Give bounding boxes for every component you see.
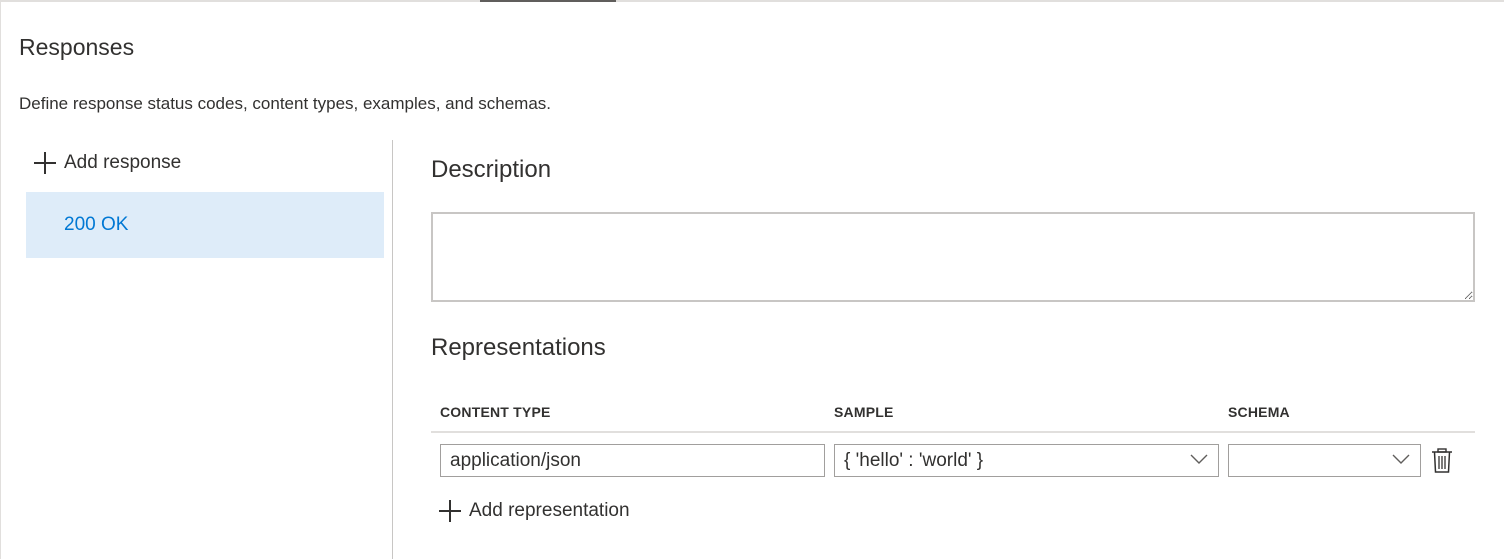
responses-page: Responses Define response status codes, …	[0, 0, 1504, 559]
table-header-rule	[431, 431, 1475, 433]
add-response-button[interactable]: Add response	[34, 152, 181, 174]
add-representation-button[interactable]: Add representation	[439, 500, 630, 522]
description-textarea[interactable]	[431, 212, 1475, 302]
response-item-label: 200 OK	[64, 214, 129, 235]
column-header-content-type: CONTENT TYPE	[440, 404, 551, 420]
column-header-schema: SCHEMA	[1228, 404, 1290, 420]
chevron-down-icon	[1392, 454, 1410, 464]
responses-list-pane: Add response 200 OK	[26, 140, 384, 559]
plus-icon	[439, 500, 461, 522]
section-description: Define response status codes, content ty…	[19, 94, 552, 113]
section-title: Responses	[19, 34, 135, 60]
schema-dropdown[interactable]	[1228, 444, 1421, 477]
trash-icon[interactable]	[1431, 448, 1453, 474]
content-type-input[interactable]: application/json	[440, 444, 825, 477]
top-tab-bar-rule	[1, 0, 1504, 2]
response-item-200-ok[interactable]: 200 OK	[26, 192, 384, 258]
add-representation-label: Add representation	[469, 500, 630, 521]
representations-title: Representations	[431, 334, 606, 361]
content-type-value: application/json	[450, 449, 581, 471]
sample-dropdown[interactable]: { 'hello' : 'world' }	[834, 444, 1219, 477]
active-tab-indicator	[480, 0, 616, 2]
chevron-down-icon	[1190, 454, 1208, 464]
description-title: Description	[431, 156, 552, 183]
pane-divider	[392, 140, 393, 559]
sample-value: { 'hello' : 'world' }	[844, 449, 984, 471]
add-response-label: Add response	[64, 152, 182, 173]
column-header-sample: SAMPLE	[834, 404, 894, 420]
plus-icon	[34, 152, 56, 174]
